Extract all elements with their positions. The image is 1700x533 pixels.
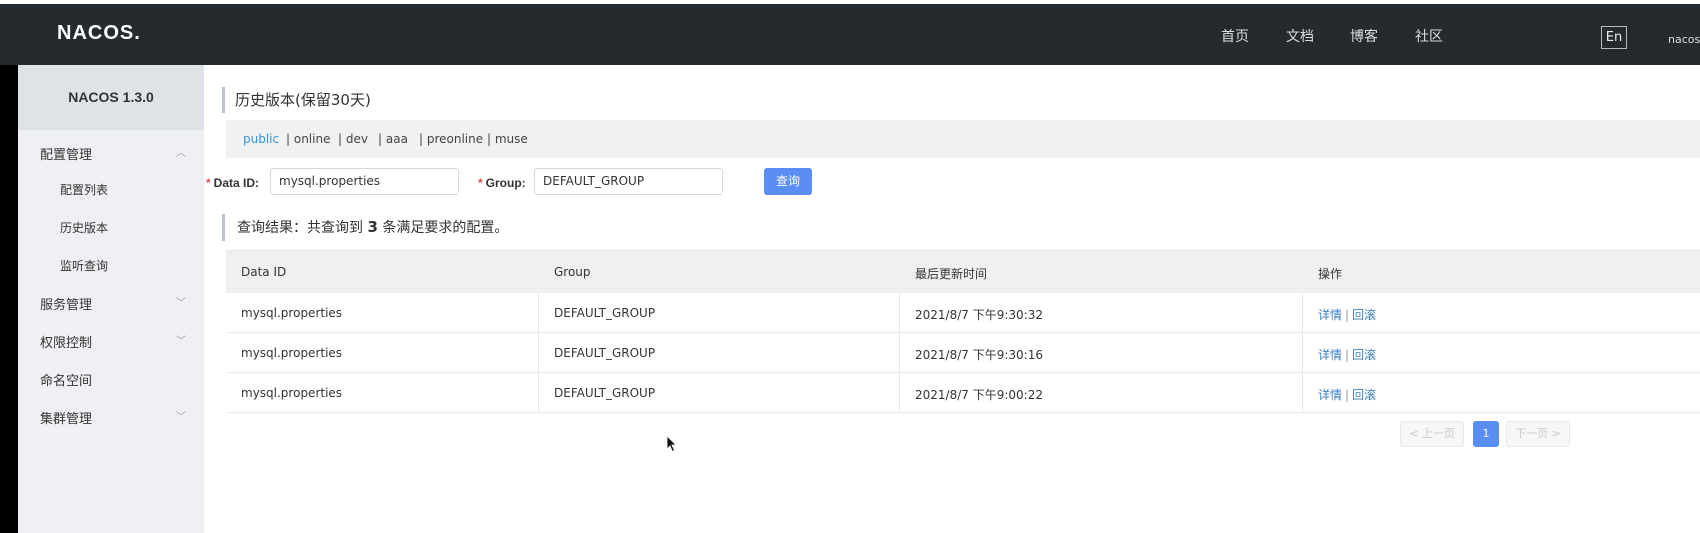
rollback-link[interactable]: 回滚	[1352, 308, 1376, 322]
column-divider	[899, 293, 900, 333]
menu-cluster-management[interactable]: 集群管理 ﹀	[40, 408, 200, 427]
search-button[interactable]: 查询	[764, 168, 812, 195]
cell-data-id: mysql.properties	[241, 386, 343, 400]
namespace-muse[interactable]: | muse	[487, 132, 528, 146]
result-count: 3	[367, 218, 378, 236]
namespace-bar: public | online | dev | aaa | preonline …	[226, 120, 1700, 158]
submenu-history[interactable]: 历史版本	[60, 219, 108, 236]
column-divider	[1302, 333, 1303, 373]
nacos-logo[interactable]: NACOS.	[57, 22, 141, 45]
result-suffix: 条满足要求的配置。	[382, 220, 509, 236]
column-header-data-id: Data ID	[241, 265, 287, 279]
pagination-next-button[interactable]: 下一页 >	[1506, 421, 1570, 447]
menu-namespace[interactable]: 命名空间	[40, 370, 200, 389]
detail-link[interactable]: 详情	[1318, 348, 1342, 362]
column-divider	[899, 333, 900, 373]
column-header-group: Group	[554, 265, 591, 279]
column-divider	[538, 373, 539, 413]
pagination-page-1[interactable]: 1	[1473, 421, 1499, 447]
action-separator: |	[1345, 388, 1350, 402]
column-divider	[1302, 373, 1303, 413]
namespace-preonline[interactable]: | preonline	[419, 132, 483, 146]
cell-actions: 详情 | 回滚	[1318, 306, 1376, 323]
language-switch-button[interactable]: En	[1601, 26, 1627, 49]
menu-label: 命名空间	[40, 374, 93, 389]
table-row: mysql.properties DEFAULT_GROUP 2021/8/7 …	[226, 293, 1700, 333]
screen-edge	[0, 65, 18, 533]
detail-link[interactable]: 详情	[1318, 308, 1342, 322]
action-separator: |	[1345, 308, 1350, 322]
nav-blog[interactable]: 博客	[1350, 26, 1378, 46]
cell-data-id: mysql.properties	[241, 306, 343, 320]
chevron-up-icon: ︿	[176, 148, 186, 159]
menu-service-management[interactable]: 服务管理 ﹀	[40, 294, 200, 313]
column-divider	[538, 293, 539, 333]
table-row: mysql.properties DEFAULT_GROUP 2021/8/7 …	[226, 373, 1700, 413]
version-label: NACOS 1.3.0	[18, 65, 204, 130]
table-header: Data ID Group 最后更新时间 操作	[226, 251, 1700, 293]
main-content: 历史版本(保留30天) public | online | dev | aaa …	[204, 65, 1700, 533]
user-name[interactable]: nacos	[1668, 33, 1700, 46]
result-summary: 查询结果：共查询到 3 条满足要求的配置。	[222, 214, 508, 241]
cell-group: DEFAULT_GROUP	[554, 386, 656, 400]
nav-docs[interactable]: 文档	[1286, 26, 1314, 46]
group-label: * Group:	[478, 176, 526, 190]
menu-label: 服务管理	[40, 298, 93, 313]
column-divider	[1302, 293, 1303, 333]
cell-actions: 详情 | 回滚	[1318, 346, 1376, 363]
required-mark: *	[206, 176, 211, 190]
result-prefix: 查询结果：共查询到	[237, 220, 363, 236]
group-input[interactable]: DEFAULT_GROUP	[534, 168, 723, 195]
cell-group: DEFAULT_GROUP	[554, 306, 656, 320]
nav-community[interactable]: 社区	[1415, 26, 1443, 46]
namespace-public[interactable]: public	[243, 132, 279, 146]
detail-link[interactable]: 详情	[1318, 388, 1342, 402]
cell-time: 2021/8/7 下午9:00:22	[915, 388, 1043, 402]
data-id-input[interactable]: mysql.properties	[270, 168, 459, 195]
nav-home[interactable]: 首页	[1221, 26, 1249, 46]
required-mark: *	[478, 176, 483, 190]
menu-label: 配置管理	[40, 148, 93, 163]
data-id-label-text: Data ID:	[213, 176, 260, 190]
column-divider	[538, 333, 539, 373]
cell-group: DEFAULT_GROUP	[554, 346, 656, 360]
chevron-down-icon: ﹀	[176, 336, 186, 347]
cell-actions: 详情 | 回滚	[1318, 386, 1376, 403]
namespace-aaa[interactable]: | aaa	[378, 132, 408, 146]
group-label-text: Group:	[485, 176, 526, 190]
submenu-listener-query[interactable]: 监听查询	[60, 257, 108, 274]
namespace-online[interactable]: | online	[286, 132, 330, 146]
cell-data-id: mysql.properties	[241, 346, 343, 360]
menu-label: 集群管理	[40, 412, 93, 427]
table-row: mysql.properties DEFAULT_GROUP 2021/8/7 …	[226, 333, 1700, 373]
cell-time: 2021/8/7 下午9:30:16	[915, 348, 1043, 362]
submenu-config-list[interactable]: 配置列表	[60, 181, 108, 198]
page-title: 历史版本(保留30天)	[222, 87, 371, 113]
top-header: NACOS. 首页 文档 博客 社区 En nacos	[0, 4, 1700, 65]
sidebar: NACOS 1.3.0 配置管理 ︿ 配置列表 历史版本 监听查询 服务管理 ﹀…	[18, 65, 204, 533]
chevron-down-icon: ﹀	[176, 298, 186, 309]
data-id-label: * Data ID:	[206, 176, 259, 190]
namespace-dev[interactable]: | dev	[338, 132, 368, 146]
column-header-actions: 操作	[1318, 267, 1343, 281]
rollback-link[interactable]: 回滚	[1352, 348, 1376, 362]
chevron-down-icon: ﹀	[176, 412, 186, 423]
pagination-prev-button[interactable]: < 上一页	[1400, 421, 1464, 447]
app-window: NACOS. 首页 文档 博客 社区 En nacos NACOS 1.3.0 …	[0, 0, 1700, 533]
cell-time: 2021/8/7 下午9:30:32	[915, 308, 1043, 322]
action-separator: |	[1345, 348, 1350, 362]
history-table: Data ID Group 最后更新时间 操作 mysql.properties…	[226, 250, 1700, 413]
column-header-last-updated: 最后更新时间	[915, 267, 988, 281]
menu-config-management[interactable]: 配置管理 ︿	[40, 144, 200, 163]
menu-label: 权限控制	[40, 336, 93, 351]
rollback-link[interactable]: 回滚	[1352, 388, 1376, 402]
column-divider	[899, 373, 900, 413]
menu-access-control[interactable]: 权限控制 ﹀	[40, 332, 200, 351]
